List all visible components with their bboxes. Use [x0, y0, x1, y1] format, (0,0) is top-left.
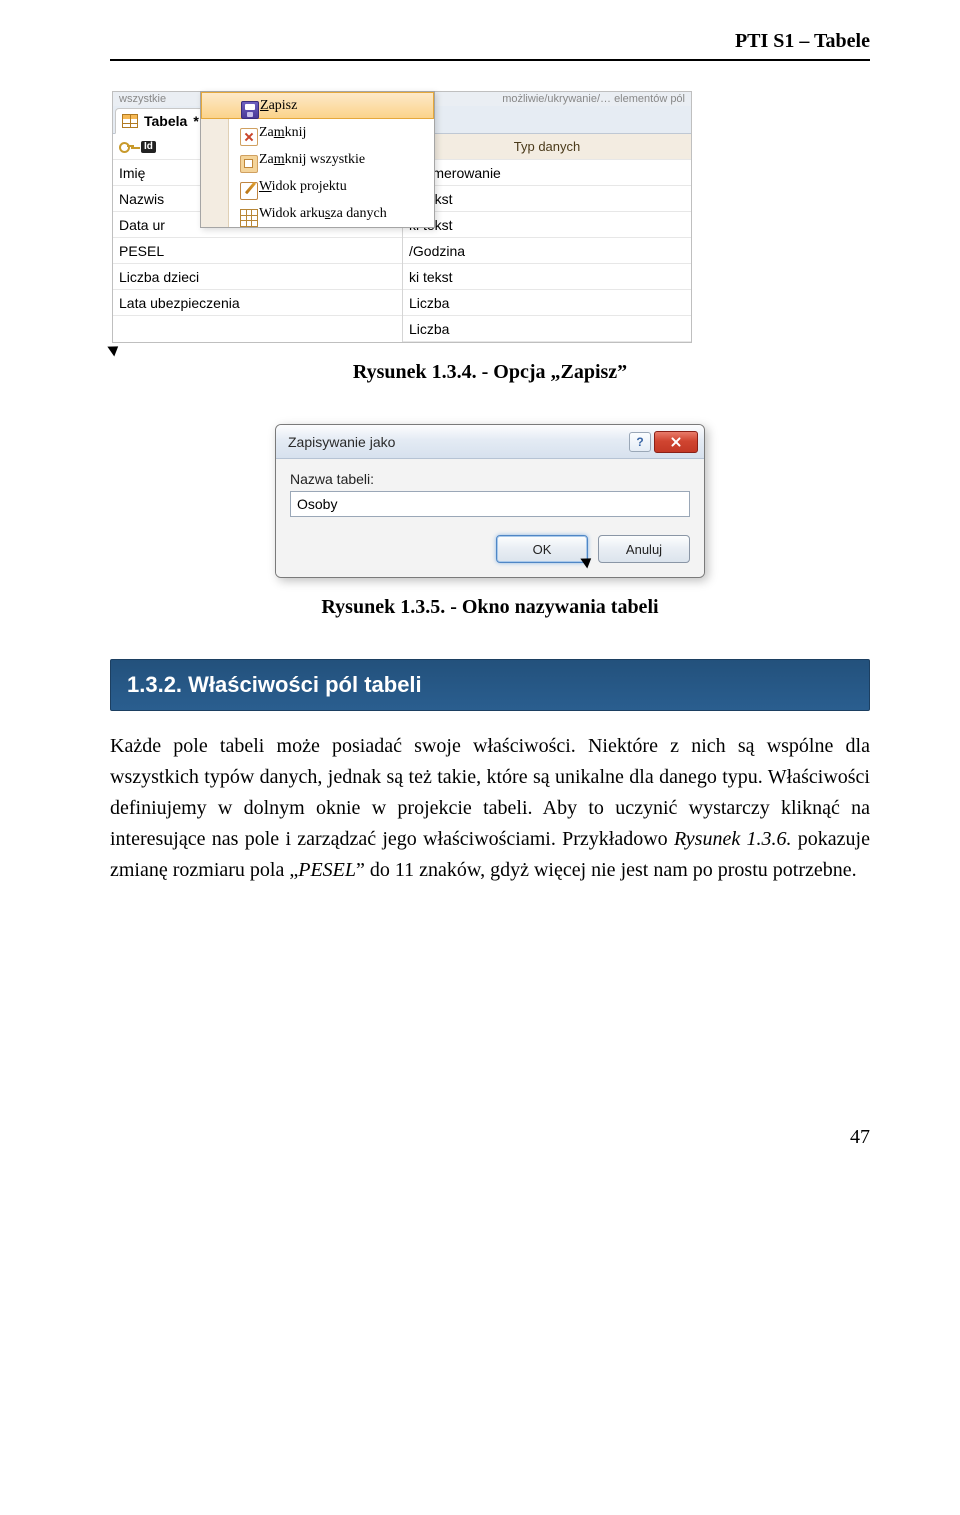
field-reference: PESEL	[298, 859, 356, 881]
save-icon	[241, 101, 259, 119]
field-row[interactable]: Liczba dzieci	[113, 264, 402, 290]
datatype-cell[interactable]: ki tekst	[403, 264, 691, 290]
column-header-datatype[interactable]: Typ danych	[403, 134, 691, 160]
menu-item-zamknij[interactable]: Zamknij	[201, 119, 434, 146]
window-close-button[interactable]	[654, 431, 698, 453]
field-name: Liczba dzieci	[119, 269, 199, 285]
datatype-cell[interactable]: ki tekst	[403, 186, 691, 212]
page-number: 47	[110, 1126, 870, 1149]
field-name: PESEL	[119, 243, 164, 259]
figure-reference: Rysunek 1.3.6.	[674, 828, 792, 850]
figure-1: wszystkie możliwie/ukrywanie/… elementów…	[110, 91, 870, 384]
field-row[interactable]: Lata ubezpieczenia	[113, 290, 402, 316]
nazwa-tabeli-input[interactable]	[290, 491, 690, 517]
close-icon	[240, 128, 258, 146]
figure-1-caption: Rysunek 1.3.4. - Opcja „Zapisz”	[110, 361, 870, 384]
datasheet-view-icon	[240, 209, 258, 227]
body-paragraph: Każde pole tabeli może posiadać swoje wł…	[110, 731, 870, 886]
cursor-icon	[107, 342, 121, 357]
figure-2-caption: Rysunek 1.3.5. - Okno nazywania tabeli	[110, 596, 870, 619]
datatype-cell[interactable]: Liczba	[403, 290, 691, 316]
table-icon	[122, 114, 138, 128]
ok-button[interactable]: OK	[496, 535, 588, 563]
design-view-icon	[240, 182, 258, 200]
dialog-title: Zapisywanie jako	[288, 434, 395, 450]
menu-item-widok-arkusza[interactable]: Widok arkusza danych	[201, 200, 434, 227]
context-menu: Zapisz Zamknij Zamknij wszystkie Widok p…	[200, 91, 435, 228]
cursor-icon	[580, 554, 594, 569]
dialog-titlebar: Zapisywanie jako ?	[276, 425, 704, 459]
menu-item-zamknij-wszystkie[interactable]: Zamknij wszystkie	[201, 146, 434, 173]
datatype-cell[interactable]: Liczba	[403, 316, 691, 342]
fig1-tab-tabela[interactable]: Tabela*	[115, 108, 214, 134]
id-chip-icon: Id	[141, 141, 156, 153]
datatype-cell[interactable]: /Godzina	[403, 238, 691, 264]
section-heading: 1.3.2. Właściwości pól tabeli	[110, 659, 870, 711]
page-header: PTI S1 – Tabele	[110, 30, 870, 61]
figure-2: Zapisywanie jako ? Nazwa tabeli: OK Anul…	[110, 424, 870, 619]
save-as-dialog: Zapisywanie jako ? Nazwa tabeli: OK Anul…	[275, 424, 705, 578]
help-button[interactable]: ?	[629, 432, 651, 452]
datatype-cell[interactable]: onumerowanie	[403, 160, 691, 186]
field-row[interactable]: PESEL	[113, 238, 402, 264]
datatype-cell[interactable]: ki tekst	[403, 212, 691, 238]
menu-item-widok-projektu[interactable]: Widok projektu	[201, 173, 434, 200]
cancel-button[interactable]: Anuluj	[598, 535, 690, 563]
key-icon	[119, 139, 135, 155]
close-all-icon	[240, 155, 258, 173]
field-name: Data ur	[119, 217, 165, 233]
field-label-nazwa-tabeli: Nazwa tabeli:	[290, 471, 690, 487]
field-name: Lata ubezpieczenia	[119, 295, 240, 311]
field-name: Nazwis	[119, 191, 164, 207]
menu-item-zapisz[interactable]: Zapisz	[201, 92, 434, 119]
fig1-tab-label: Tabela	[144, 113, 187, 129]
field-name: Imię	[119, 165, 145, 181]
